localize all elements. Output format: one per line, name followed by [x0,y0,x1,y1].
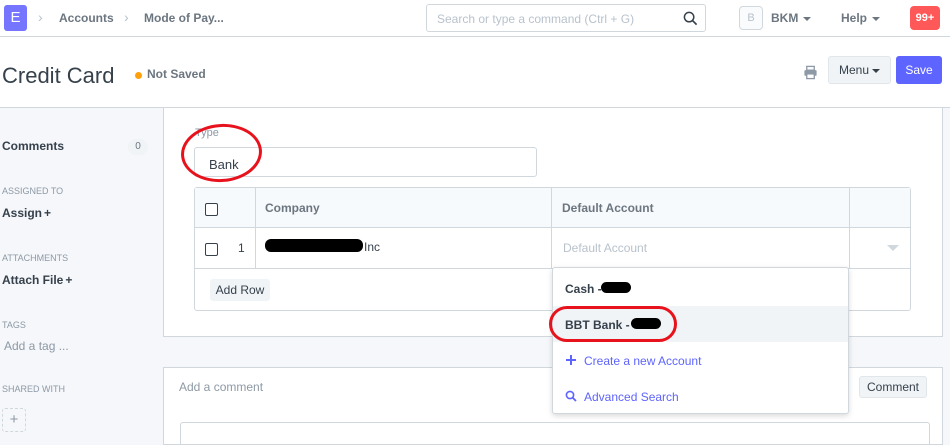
caret-down-icon [803,16,812,21]
advanced-search-label: Advanced Search [584,390,679,404]
shared-with-heading: SHARED WITH [2,384,65,394]
caret-down-icon [872,16,881,21]
user-menu-dropdown[interactable]: BKM [771,11,812,25]
row-index: 1 [238,241,245,255]
assign-button[interactable]: Assign + [2,206,51,220]
search-icon[interactable] [683,11,698,26]
page-title: Credit Card [2,63,115,88]
redacted-account-suffix [601,282,631,293]
select-all-checkbox[interactable] [205,203,218,216]
attachments-heading: ATTACHMENTS [2,253,69,263]
dropdown-option-cash[interactable]: Cash - [553,270,848,306]
comment-button[interactable]: Comment [859,376,927,398]
notification-badge[interactable]: 99+ [910,6,940,30]
user-menu-label: BKM [771,11,799,25]
redacted-company-name [265,239,363,252]
add-share-button[interactable]: + [2,408,26,432]
help-dropdown[interactable]: Help [841,11,881,25]
breadcrumb-accounts[interactable]: Accounts [59,11,114,25]
dropdown-option-label: Cash - [565,282,602,296]
attach-file-button[interactable]: Attach File + [2,273,72,287]
search-input[interactable]: Search or type a command (Ctrl + G) [426,4,706,32]
navbar: E › Accounts › Mode of Pay... Search or … [0,0,950,37]
status-badge: Not Saved [147,67,206,81]
advanced-search-option[interactable]: Advanced Search [553,378,848,414]
default-account-input[interactable]: Default Account [563,241,647,255]
column-header-company: Company [265,201,320,215]
assigned-to-heading: ASSIGNED TO [2,186,64,196]
plus-icon: + [44,206,52,220]
column-header-default-account: Default Account [562,201,654,215]
chevron-right-icon: › [38,9,43,25]
search-icon [565,390,577,402]
comment-textarea[interactable] [180,422,930,445]
save-button[interactable]: Save [896,56,942,84]
add-row-button[interactable]: Add Row [210,279,270,301]
comment-input-placeholder[interactable]: Add a comment [179,380,263,394]
print-icon[interactable] [803,65,818,80]
breadcrumb-mode-of-payment[interactable]: Mode of Pay... [144,11,224,25]
assign-label: Assign [2,206,43,220]
row-checkbox[interactable] [205,243,218,256]
app-logo[interactable]: E [4,5,27,31]
comments-count-badge: 0 [128,139,148,155]
add-tag-link[interactable]: Add a tag ... [4,339,69,353]
status-indicator-dot [135,72,142,79]
company-cell[interactable]: Inc [364,240,380,254]
row-expand-caret-icon[interactable] [887,245,899,251]
menu-button[interactable]: Menu [828,56,891,84]
help-label: Help [841,11,868,25]
create-new-account-label: Create a new Account [584,354,702,368]
chevron-right-icon: › [124,9,129,25]
search-placeholder: Search or type a command (Ctrl + G) [437,12,635,26]
plus-icon [566,355,576,365]
sidebar-comments-link[interactable]: Comments [2,139,64,153]
annotation-circle-bbt-bank [549,306,677,342]
attach-file-label: Attach File [2,273,64,287]
tags-heading: TAGS [2,320,26,330]
create-new-account-option[interactable]: Create a new Account [553,342,848,378]
plus-icon: + [65,273,73,287]
avatar[interactable]: B [739,6,763,30]
page-head: Credit Card Not Saved Menu Save [0,37,950,108]
caret-down-icon [872,68,881,73]
menu-button-label: Menu [838,63,870,77]
